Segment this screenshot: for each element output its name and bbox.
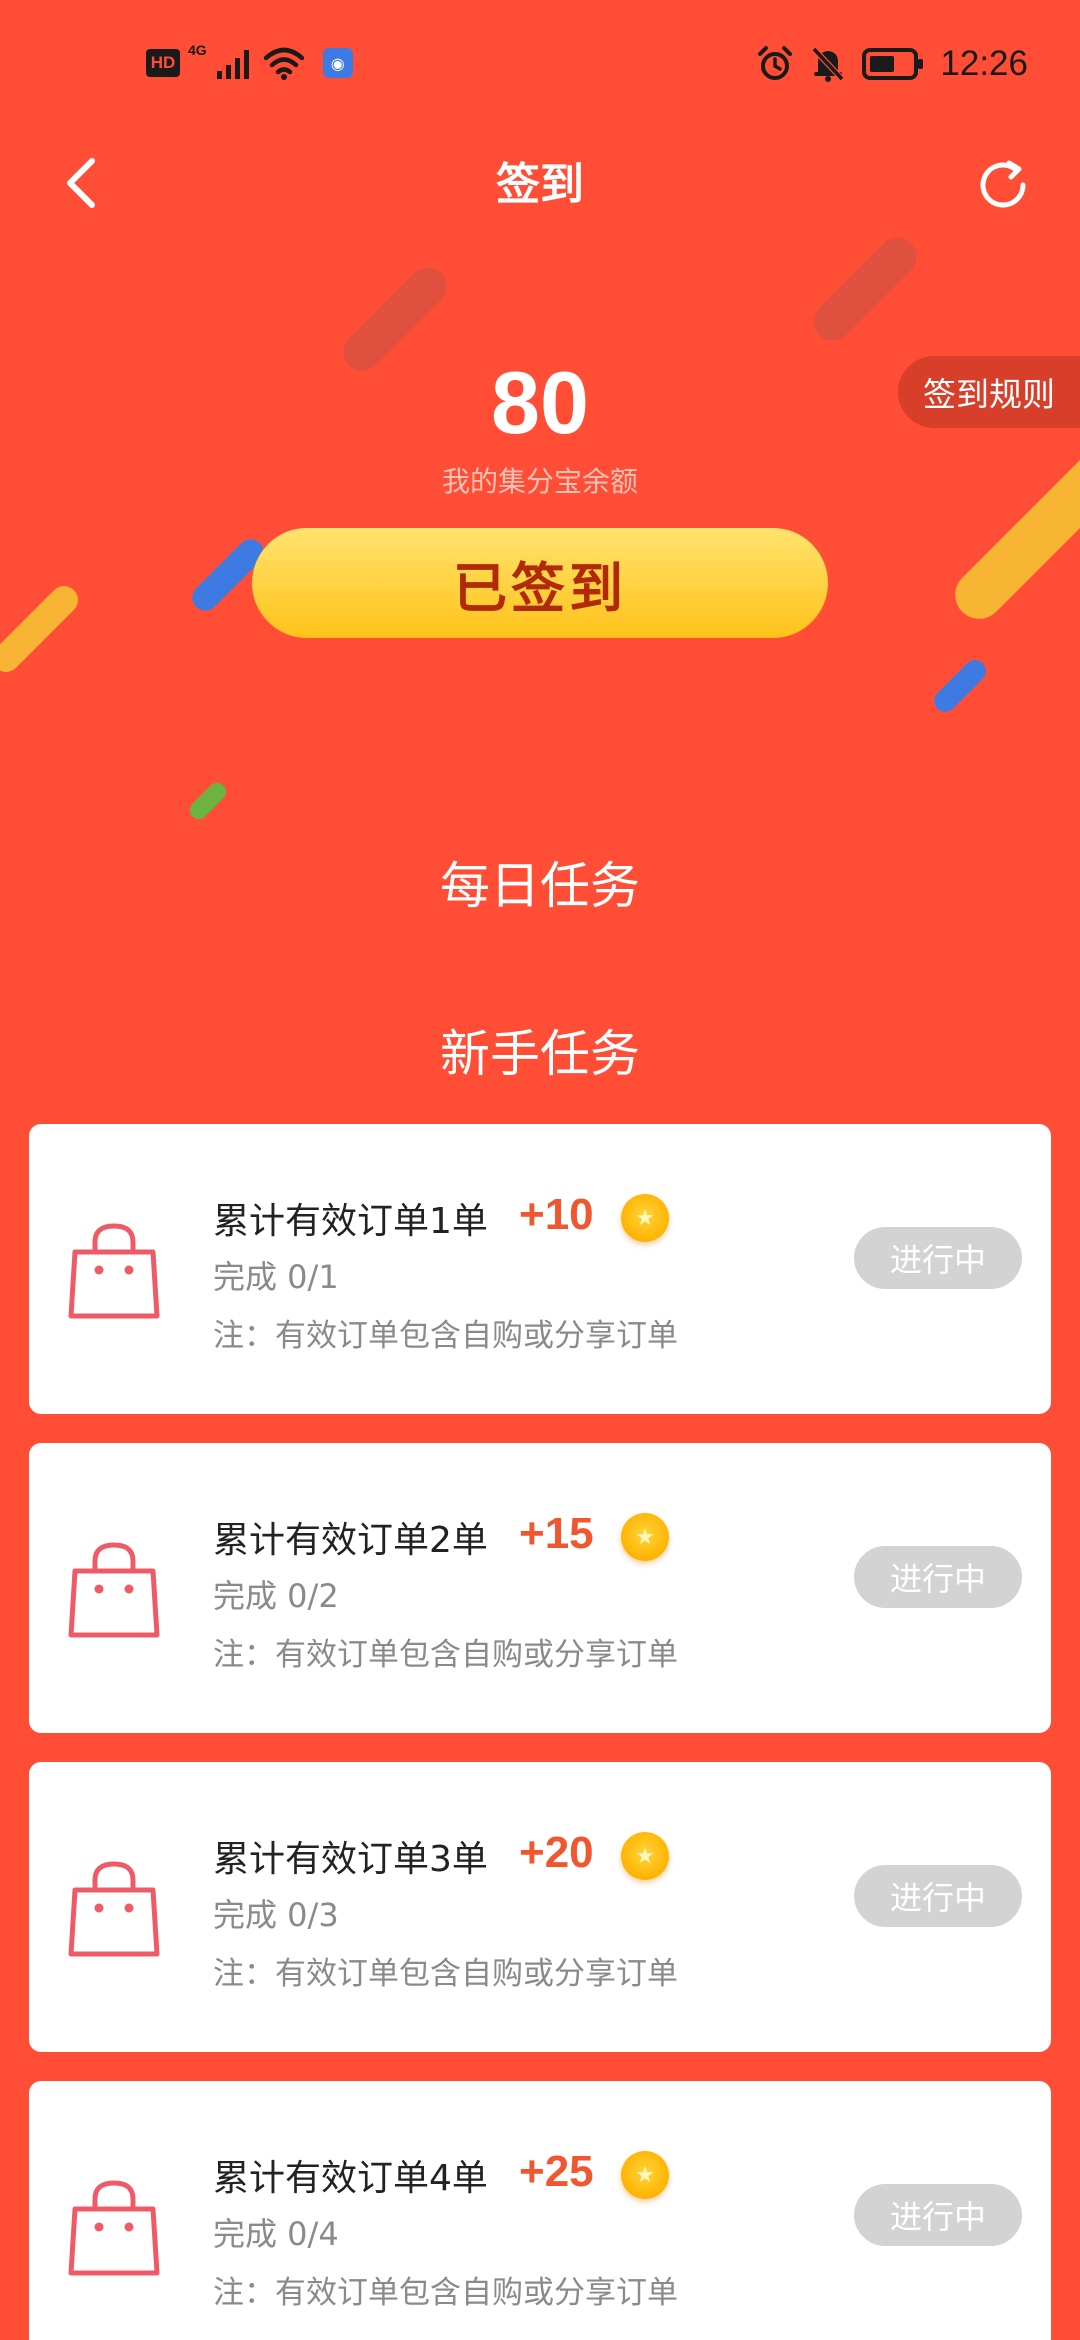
header: 签到 xyxy=(0,130,1080,240)
mute-bell-icon xyxy=(812,46,845,82)
status-bar: HD 4G ◉ 12:26 xyxy=(0,0,1080,130)
refresh-icon xyxy=(980,160,1026,208)
task-name: 累计有效订单1单 xyxy=(213,1201,488,1242)
task-status-button[interactable]: 进行中 xyxy=(854,1227,1022,1289)
decor-stripe xyxy=(805,229,925,349)
task-name: 累计有效订单4单 xyxy=(213,2158,488,2199)
task-list: 累计有效订单1单 +10 ★ 完成 0/1 注：有效订单包含自购或分享订单 进行… xyxy=(29,1124,1051,2340)
hd-badge: HD xyxy=(146,49,180,77)
task-note: 注：有效订单包含自购或分享订单 xyxy=(213,2275,678,2311)
sign-in-page: HD 4G ◉ 12:26 签到 80 我的集分宝余额 签到规则 已签到 每日任… xyxy=(0,0,1080,2340)
task-progress: 完成 0/3 xyxy=(213,1896,339,1934)
task-progress: 完成 0/4 xyxy=(213,2215,339,2253)
task-points: +20 xyxy=(519,1828,594,1877)
battery-icon xyxy=(862,48,924,80)
task-name: 累计有效订单2单 xyxy=(213,1520,488,1561)
balance-label: 我的集分宝余额 xyxy=(441,465,638,498)
coin-icon: ★ xyxy=(621,1194,669,1242)
app-notification-icon: ◉ xyxy=(322,48,353,78)
network-type: 4G xyxy=(188,42,207,58)
shopping-bag-icon xyxy=(68,2180,160,2276)
coin-icon: ★ xyxy=(621,1832,669,1880)
refresh-button[interactable] xyxy=(966,148,1040,222)
task-status-button[interactable]: 进行中 xyxy=(854,1546,1022,1608)
task-card: 累计有效订单2单 +15 ★ 完成 0/2 注：有效订单包含自购或分享订单 进行… xyxy=(29,1443,1051,1733)
signal-icon xyxy=(216,50,249,79)
coin-icon: ★ xyxy=(621,1513,669,1561)
task-status-button[interactable]: 进行中 xyxy=(854,2184,1022,2246)
task-progress: 完成 0/2 xyxy=(213,1577,339,1615)
decor-stripe xyxy=(929,655,991,717)
coin-icon: ★ xyxy=(621,2151,669,2199)
task-card: 累计有效订单1单 +10 ★ 完成 0/1 注：有效订单包含自购或分享订单 进行… xyxy=(29,1124,1051,1414)
task-note: 注：有效订单包含自购或分享订单 xyxy=(213,1956,678,1992)
signed-in-button[interactable]: 已签到 xyxy=(252,528,828,638)
shopping-bag-icon xyxy=(68,1861,160,1957)
page-title: 签到 xyxy=(496,159,584,210)
task-card: 累计有效订单4单 +25 ★ 完成 0/4 注：有效订单包含自购或分享订单 进行… xyxy=(29,2081,1051,2340)
wifi-icon xyxy=(263,47,304,80)
task-points: +25 xyxy=(519,2147,594,2196)
decor-stripe xyxy=(186,779,230,823)
status-left: HD 4G ◉ xyxy=(146,42,353,80)
task-card: 累计有效订单3单 +20 ★ 完成 0/3 注：有效订单包含自购或分享订单 进行… xyxy=(29,1762,1051,2052)
decor-stripe xyxy=(0,580,84,678)
clock-time: 12:26 xyxy=(940,44,1028,83)
alarm-icon xyxy=(758,46,793,80)
task-points: +10 xyxy=(519,1190,594,1239)
sign-in-rules-button[interactable]: 签到规则 xyxy=(898,356,1080,428)
task-note: 注：有效订单包含自购或分享订单 xyxy=(213,1637,678,1673)
task-name: 累计有效订单3单 xyxy=(213,1839,488,1880)
shopping-bag-icon xyxy=(68,1542,160,1638)
task-note: 注：有效订单包含自购或分享订单 xyxy=(213,1318,678,1354)
status-right: 12:26 xyxy=(756,44,1028,84)
task-status-button[interactable]: 进行中 xyxy=(854,1865,1022,1927)
task-points: +15 xyxy=(519,1509,594,1558)
shopping-bag-icon xyxy=(68,1223,160,1319)
task-progress: 完成 0/1 xyxy=(213,1258,339,1296)
daily-tasks-heading: 每日任务 xyxy=(440,857,640,915)
newbie-tasks-heading: 新手任务 xyxy=(440,1025,640,1083)
